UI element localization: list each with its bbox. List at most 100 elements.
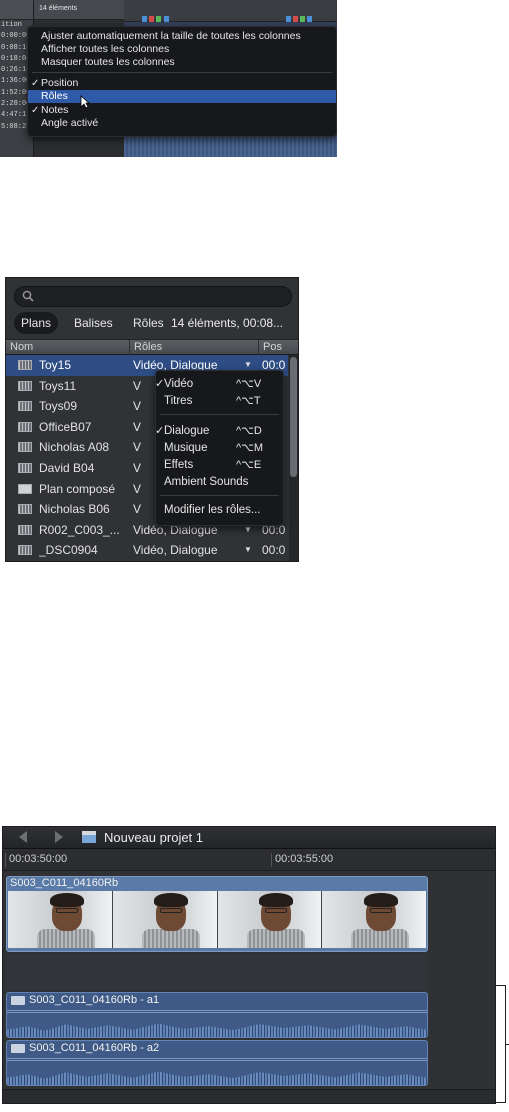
column-header-nom[interactable]: Nom [10,341,33,353]
tab-plans[interactable]: Plans [14,312,59,334]
edit-roles-item[interactable]: Modifier les rôles... [156,502,283,518]
menu-item-label: Angle activé [41,117,99,129]
search-field[interactable] [14,286,292,307]
menu-item-hide-all-columns[interactable]: Masquer toutes les colonnes [28,56,336,69]
event-browser-panel: Plans Balises Rôles 14 éléments, 00:08..… [5,277,299,562]
shirt-graphic [351,929,410,948]
clip-name: Plan composé [39,481,116,496]
video-frame [8,891,113,948]
audio-clip-name: S003_C011_04160Rb - a1 [29,994,160,1006]
video-clip-name: S003_C011_04160Rb [10,877,119,889]
marker-icon [286,16,291,22]
scrollbar-thumb[interactable] [290,357,297,477]
columns-menu: Ajuster automatiquement la taille de tou… [27,26,337,137]
role-item-video[interactable]: ✓ Vidéo ^⌥V [155,376,283,392]
role-item-effects[interactable]: Effets ^⌥E [156,457,283,473]
filmstrip-icon [18,442,32,453]
menu-item-autosize-columns[interactable]: Ajuster automatiquement la taille de tou… [28,30,336,43]
checkmark-icon: ✓ [155,425,165,437]
menu-item-roles[interactable]: Rôles [28,90,336,103]
hair-graphic [259,893,293,907]
position-column-header[interactable] [0,0,33,20]
forward-arrow-icon[interactable] [55,831,63,843]
checkmark-icon: ✓ [31,105,40,116]
shirt-graphic [246,929,305,948]
marker-icon [156,16,161,22]
menu-item-active-angle[interactable]: Angle activé [28,117,336,130]
role-item-music[interactable]: Musique ^⌥M [156,440,283,456]
hair-graphic [49,893,84,907]
glasses-graphic [55,908,78,913]
clip-roles: Vidéo, Dialogue [133,543,218,558]
ruler-tick [5,853,6,867]
clip-roles: V [133,378,142,393]
clip-roles: V [133,440,142,455]
audio-clip-name: S003_C011_04160Rb - a2 [29,1042,160,1054]
bracket-tick [505,1044,509,1045]
clip-filmstrip [8,891,426,948]
menu-item-position[interactable]: ✓ Position [28,77,336,90]
hair-graphic [154,893,189,907]
column-divider[interactable] [129,340,130,356]
clip-row[interactable]: _DSC0904 Vidéo, Dialogue ▼ 00:0 [6,540,288,561]
column-header-row: Nom Rôles Pos [6,339,298,356]
menu-item-notes[interactable]: ✓ Notes [28,104,336,117]
clip-name: Toys11 [39,378,77,393]
role-label: Modifier les rôles... [164,504,261,516]
tab-balises[interactable]: Balises [67,312,120,334]
filmstrip-icon [18,463,32,473]
video-clip[interactable]: S003_C011_04160Rb [6,876,428,952]
clapper-icon [82,831,96,843]
keyboard-shortcut: ^⌥V [236,378,262,390]
glasses-graphic [369,908,392,913]
marker-icon [307,16,312,22]
menu-item-label: Masquer toutes les colonnes [41,56,175,68]
hair-graphic [363,893,398,907]
vertical-scrollbar[interactable] [289,355,298,561]
timeline-ruler[interactable]: 00:03:50:00 00:03:55:00 [3,849,495,871]
columns-context-menu-panel: ition 0:00:00 0:08:15 0:18:04 0:26:15 1:… [0,0,337,157]
menu-item-show-all-columns[interactable]: Afficher toutes les colonnes [28,43,336,56]
element-count: 14 éléments [39,5,78,12]
volume-line[interactable] [7,1058,427,1061]
speaker-icon [11,996,25,1005]
clip-name: _DSC0904 [39,543,98,558]
role-label: Musique [164,442,208,454]
roles-dropdown-icon[interactable]: ▼ [244,540,252,561]
role-label: Effets [164,459,194,471]
marker-icon [293,16,298,22]
project-title: Nouveau projet 1 [104,830,204,845]
column-header-roles[interactable]: Rôles [134,341,162,353]
role-item-ambient-sounds[interactable]: Ambient Sounds [156,474,283,490]
compound-clip-icon [18,483,32,494]
clip-name: David B04 [39,461,95,475]
volume-line[interactable] [7,1010,427,1013]
role-label: Dialogue [164,425,210,437]
role-label: Titres [164,395,193,407]
ruler-timecode: 00:03:50:00 [9,853,68,865]
ruler-tick [271,853,272,867]
audio-clip-a2[interactable]: S003_C011_04160Rb - a2 [6,1040,428,1086]
tab-roles[interactable]: Rôles [126,312,171,334]
clip-name: Nicholas A08 [39,440,110,455]
clip-position: 00:0 [262,543,286,558]
filmstrip-icon [18,504,32,515]
role-item-dialogue[interactable]: ✓ Dialogue ^⌥D [155,423,283,439]
menu-item-label: Position [41,77,79,89]
menu-separator [160,495,279,496]
role-item-titles[interactable]: Titres ^⌥T [156,393,283,409]
back-arrow-icon[interactable] [19,831,27,843]
menu-item-label: Notes [41,104,69,116]
keyboard-shortcut: ^⌥M [236,442,264,454]
audio-clip-a1[interactable]: S003_C011_04160Rb - a1 [6,992,428,1038]
column-header-position[interactable]: Pos [263,341,282,353]
audio-components-bracket [496,985,509,1103]
browser-count-strip: 14 éléments [34,0,124,20]
column-divider[interactable] [258,340,259,356]
clip-roles: V [133,461,142,475]
element-count: 14 éléments, 00:08... [171,316,284,330]
clip-roles: V [133,481,142,496]
roles-menu: ✓ Vidéo ^⌥V Titres ^⌥T ✓ Dialogue ^⌥D Musique… [155,370,284,526]
role-label: Ambient Sounds [164,476,249,488]
keyboard-shortcut: ^⌥E [236,459,262,471]
